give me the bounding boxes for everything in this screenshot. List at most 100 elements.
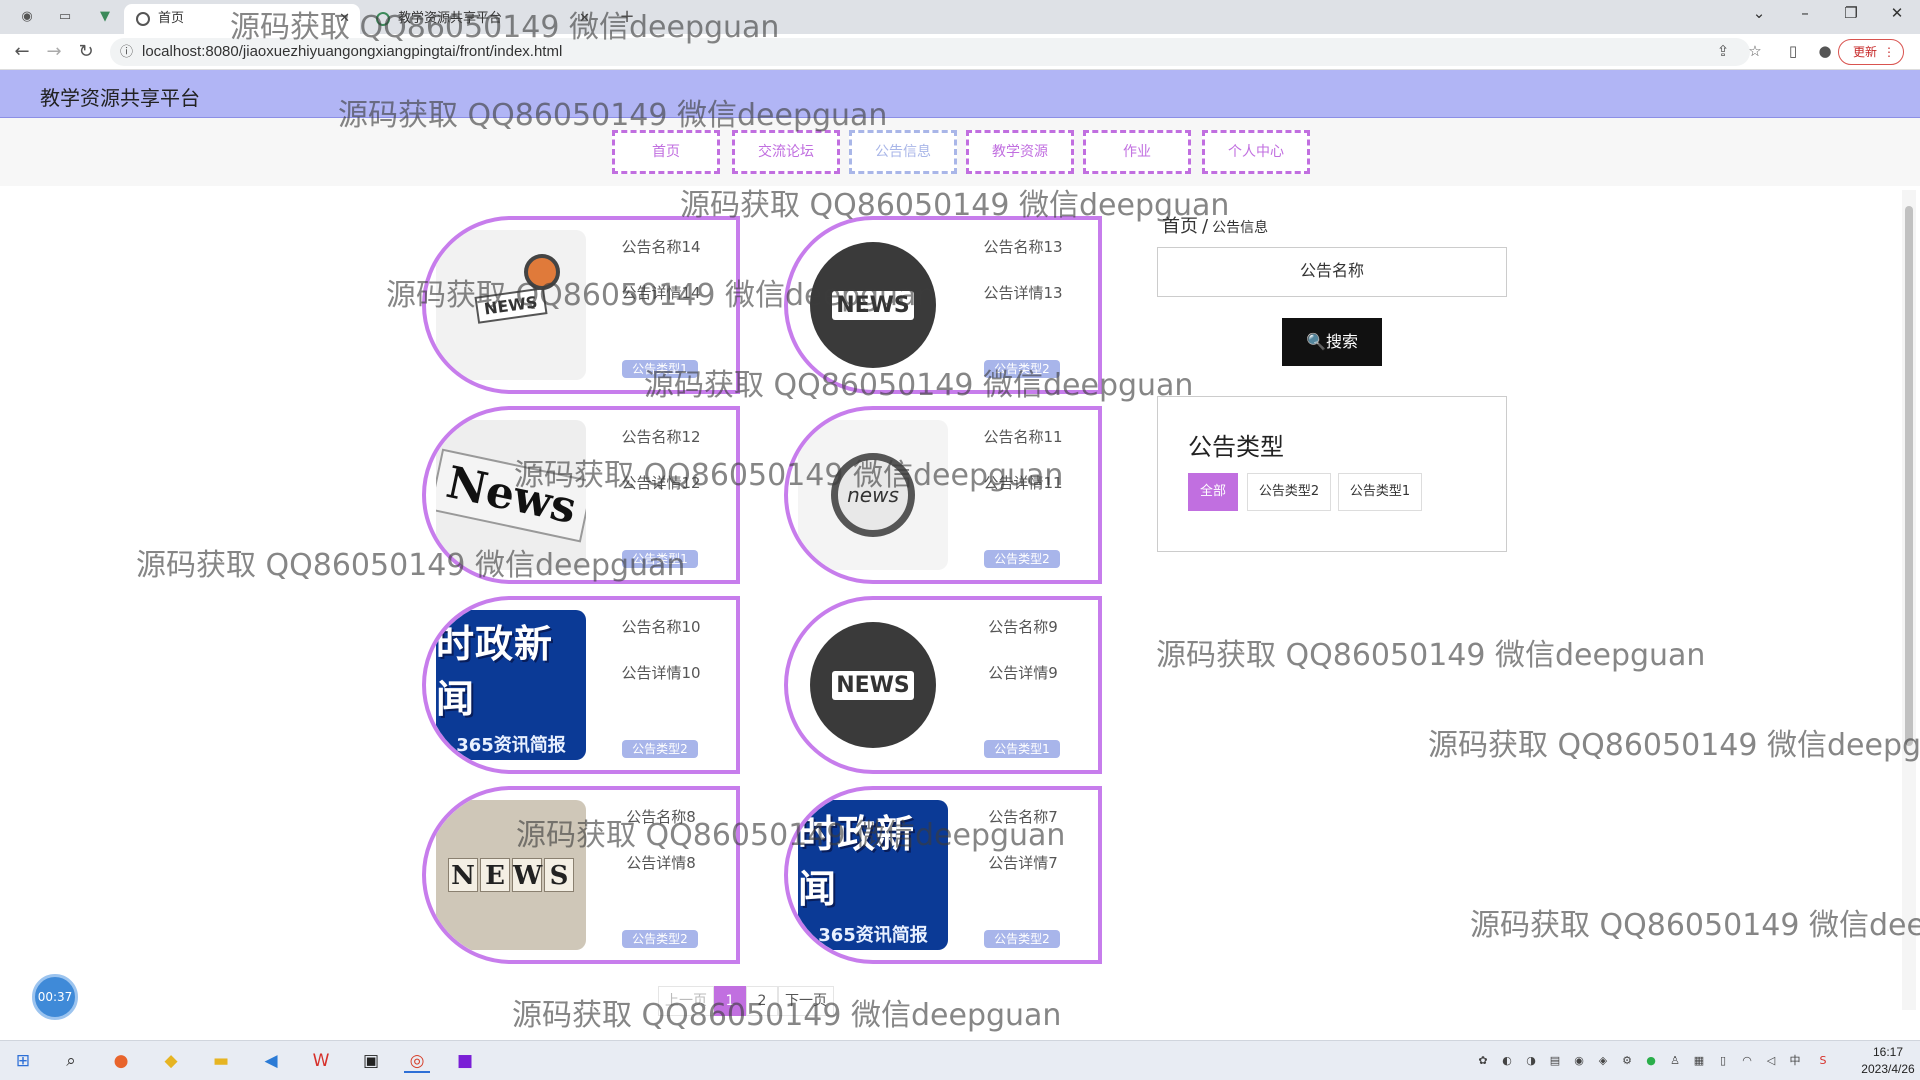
app-icon[interactable]: ◆ bbox=[158, 1049, 184, 1073]
minimize-icon[interactable]: – bbox=[1790, 4, 1820, 22]
firefox-icon[interactable]: ● bbox=[108, 1049, 134, 1073]
notice-card[interactable]: News 公告名称12 公告详情12 公告类型1 bbox=[422, 406, 740, 584]
nav-notices[interactable]: 公告信息 bbox=[849, 130, 957, 174]
reload-icon[interactable]: ↻ bbox=[74, 40, 98, 64]
info-icon[interactable]: ⓘ bbox=[120, 38, 133, 66]
back-arrow-icon[interactable]: ← bbox=[10, 40, 34, 64]
page-button-current[interactable]: 1 bbox=[714, 986, 746, 1016]
nav-forum[interactable]: 交流论坛 bbox=[732, 130, 840, 174]
search-icon: 🔍 bbox=[1306, 332, 1326, 351]
watermark: 源码获取 QQ86050149 微信deepguan bbox=[1470, 908, 1920, 943]
battery-icon[interactable]: ▯ bbox=[1714, 1053, 1732, 1069]
magnifier-icon: news bbox=[831, 453, 915, 537]
magnifier-news-image: news bbox=[798, 420, 948, 570]
tab-home[interactable]: 首页 ✕ bbox=[124, 4, 360, 34]
new-tab-button[interactable]: + bbox=[618, 8, 636, 26]
nav-personal-center[interactable]: 个人中心 bbox=[1202, 130, 1310, 174]
newspaper-image: News bbox=[436, 420, 586, 570]
notice-card[interactable]: N E W S 公告名称8 公告详情8 公告类型2 bbox=[422, 786, 740, 964]
card-type-tag: 公告类型1 bbox=[622, 360, 698, 378]
scrollbar-thumb[interactable] bbox=[1905, 206, 1913, 746]
tray-app-icon[interactable]: ▦ bbox=[1690, 1053, 1708, 1069]
news-desk-image: NEWS bbox=[436, 230, 586, 380]
notice-card[interactable]: news 公告名称11 公告详情11 公告类型2 bbox=[784, 406, 1102, 584]
vscode-icon[interactable]: ◀ bbox=[258, 1049, 284, 1073]
card-detail: 公告详情7 bbox=[988, 854, 1058, 872]
type-filter-type1[interactable]: 公告类型1 bbox=[1338, 473, 1422, 511]
terminal-icon[interactable]: ▣ bbox=[358, 1049, 384, 1073]
tab-search-icon[interactable]: ▭ bbox=[56, 8, 74, 26]
news-cubes-image: N E W S bbox=[436, 800, 586, 950]
wechat-icon[interactable]: ● bbox=[1642, 1053, 1660, 1069]
tray-app-icon[interactable]: ◉ bbox=[1570, 1053, 1588, 1069]
card-title: 公告名称14 bbox=[621, 238, 701, 256]
url-field[interactable]: ⓘ localhost:8080/jiaoxuezhiyuangongxiang… bbox=[110, 38, 1750, 66]
notice-card[interactable]: 时政新闻 365资讯简报 公告名称10 公告详情10 公告类型2 bbox=[422, 596, 740, 774]
tray-app-icon[interactable]: S bbox=[1814, 1053, 1832, 1069]
card-title: 公告名称11 bbox=[983, 428, 1063, 446]
notice-card[interactable]: 时政新闻 365资讯简报 公告名称7 公告详情7 公告类型2 bbox=[784, 786, 1102, 964]
wifi-icon[interactable]: ◠ bbox=[1738, 1053, 1756, 1069]
recording-timer[interactable]: 00:37 bbox=[32, 974, 78, 1020]
ime-indicator[interactable]: 中 bbox=[1786, 1053, 1804, 1069]
notice-name-search-input[interactable]: 公告名称 bbox=[1157, 247, 1507, 297]
browser-tab-bar: ◉ ▭ ▼ 首页 ✕ 教学资源共享平台 ✕ + ⌄ – ❐ ✕ bbox=[0, 0, 1920, 34]
more-menu-icon[interactable]: ⋮ bbox=[1883, 40, 1895, 64]
browser-menu-icon[interactable]: ◉ bbox=[18, 8, 36, 26]
notice-type-panel: 公告类型 全部 公告类型2 公告类型1 bbox=[1157, 396, 1507, 552]
page-scrollbar[interactable] bbox=[1902, 190, 1916, 1010]
nav-resources[interactable]: 教学资源 bbox=[966, 130, 1074, 174]
tray-app-icon[interactable]: ♙ bbox=[1666, 1053, 1684, 1069]
tray-app-icon[interactable]: ✿ bbox=[1474, 1053, 1492, 1069]
wps-icon[interactable]: W bbox=[308, 1049, 334, 1073]
file-explorer-icon[interactable]: ▬ bbox=[208, 1049, 234, 1073]
tab-second[interactable]: 教学资源共享平台 ✕ bbox=[364, 4, 600, 34]
breadcrumb-current: 公告信息 bbox=[1212, 220, 1269, 236]
prev-page-button[interactable]: 上一页 bbox=[658, 986, 714, 1016]
type-filter-all[interactable]: 全部 bbox=[1188, 473, 1238, 511]
tray-app-icon[interactable]: ◑ bbox=[1522, 1053, 1540, 1069]
notice-card[interactable]: NEWS 公告名称9 公告详情9 公告类型1 bbox=[784, 596, 1102, 774]
page-button[interactable]: 2 bbox=[746, 986, 778, 1016]
share-icon[interactable]: ⇪ bbox=[1712, 42, 1734, 60]
nav-homework[interactable]: 作业 bbox=[1083, 130, 1191, 174]
card-type-tag: 公告类型2 bbox=[984, 550, 1060, 568]
side-panel-icon[interactable]: ▯ bbox=[1782, 42, 1804, 60]
taskbar-search-icon[interactable]: ⌕ bbox=[58, 1049, 84, 1073]
tab-list-chevron-icon[interactable]: ⌄ bbox=[1744, 4, 1774, 22]
vue-favicon-icon bbox=[376, 12, 390, 26]
tray-app-icon[interactable]: ▤ bbox=[1546, 1053, 1564, 1069]
update-button[interactable]: 更新 ⋮ bbox=[1838, 39, 1904, 65]
search-button[interactable]: 🔍搜索 bbox=[1282, 318, 1382, 366]
newspaper-icon: NEWS bbox=[474, 286, 548, 324]
vue-tab-icon[interactable]: ▼ bbox=[96, 8, 114, 26]
volume-icon[interactable]: ◁ bbox=[1762, 1053, 1780, 1069]
notice-card[interactable]: NEWS 公告名称13 公告详情13 公告类型2 bbox=[784, 216, 1102, 394]
tray-app-icon[interactable]: ◐ bbox=[1498, 1053, 1516, 1069]
bookmark-star-icon[interactable]: ☆ bbox=[1744, 42, 1766, 60]
intellij-icon[interactable]: ■ bbox=[452, 1049, 478, 1073]
news-globe-image: NEWS bbox=[798, 230, 948, 380]
card-title: 公告名称10 bbox=[621, 618, 701, 636]
close-window-icon[interactable]: ✕ bbox=[1882, 4, 1912, 22]
notice-card[interactable]: NEWS 公告名称14 公告详情14 公告类型1 bbox=[422, 216, 740, 394]
type-filter-type2[interactable]: 公告类型2 bbox=[1247, 473, 1331, 511]
windows-start-icon[interactable]: ⊞ bbox=[10, 1049, 36, 1073]
breadcrumb-home[interactable]: 首页 bbox=[1162, 216, 1198, 237]
restore-icon[interactable]: ❐ bbox=[1836, 4, 1866, 22]
pagination: 上一页 1 2 下一页 bbox=[658, 986, 834, 1016]
close-tab-icon[interactable]: ✕ bbox=[579, 4, 590, 34]
globe-icon: NEWS bbox=[810, 242, 936, 368]
nav-home[interactable]: 首页 bbox=[612, 130, 720, 174]
card-type-tag: 公告类型2 bbox=[984, 360, 1060, 378]
profile-icon[interactable]: ● bbox=[1814, 42, 1836, 60]
chrome-icon[interactable]: ◎ bbox=[404, 1049, 430, 1073]
tray-app-icon[interactable]: ◈ bbox=[1594, 1053, 1612, 1069]
magnifier-icon bbox=[524, 254, 560, 290]
card-detail: 公告详情8 bbox=[626, 854, 696, 872]
forward-arrow-icon[interactable]: → bbox=[42, 40, 66, 64]
tray-app-icon[interactable]: ⚙ bbox=[1618, 1053, 1636, 1069]
next-page-button[interactable]: 下一页 bbox=[778, 986, 834, 1016]
system-clock[interactable]: 16:17 2023/4/26 bbox=[1860, 1044, 1916, 1078]
close-tab-icon[interactable]: ✕ bbox=[339, 4, 350, 34]
